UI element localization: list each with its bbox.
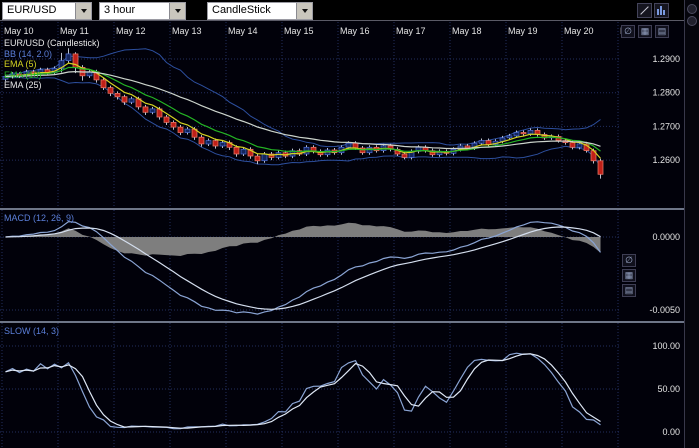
interval-value: 3 hour [100,3,169,19]
line-tool-button[interactable] [637,3,652,18]
svg-text:May 17: May 17 [396,26,426,36]
svg-text:May 15: May 15 [284,26,314,36]
svg-text:1.2800: 1.2800 [652,88,680,98]
macd-panel-controls: ∅ ▦ ▤ [622,254,636,297]
grid-dense-button[interactable]: ▦ [622,269,636,282]
candlestick-chart-icon [657,6,666,15]
stochastic-chart-canvas[interactable]: 100.00 50.00 0.00 [0,323,684,448]
legend-ema25: EMA (25) [4,80,100,91]
symbol-dropdown[interactable]: EUR/USD [2,2,92,20]
line-tool-icon [640,6,648,14]
svg-text:50.00: 50.00 [657,384,680,394]
price-chart-canvas[interactable]: 1.2900 1.2800 1.2700 1.2600 May 10 May 11 May … [0,22,684,208]
svg-text:100.00: 100.00 [652,341,680,351]
strip-round-button-1[interactable] [687,4,697,14]
toolbar: EUR/USD 3 hour CandleStick [0,0,699,21]
grid-light-button[interactable]: ▤ [655,25,669,38]
svg-text:0.0000: 0.0000 [652,232,680,242]
legend-bb: BB (14, 2.0) [4,49,100,60]
macd-chart-canvas[interactable]: 0.0000 -0.0050 [0,210,684,321]
svg-text:May 20: May 20 [564,26,594,36]
grid-light-button[interactable]: ▤ [622,284,636,297]
legend-instrument: EUR/USD (Candlestick) [4,38,100,49]
price-panel-controls: ∅ ▦ ▤ [621,25,669,38]
svg-text:May 13: May 13 [172,26,202,36]
dropdown-arrow-icon[interactable] [296,3,312,19]
svg-text:May 11: May 11 [60,26,89,36]
right-tool-strip [684,0,699,448]
svg-text:-0.0050: -0.0050 [649,305,680,315]
zoom-reset-button[interactable]: ∅ [621,25,635,38]
chart-type-dropdown[interactable]: CandleStick [207,2,313,20]
svg-text:May 12: May 12 [116,26,146,36]
symbol-value: EUR/USD [3,3,75,19]
grid-dense-button[interactable]: ▦ [638,25,652,38]
legend-ema10: EMA (10) [4,70,100,81]
dropdown-arrow-icon[interactable] [75,3,91,19]
strip-round-button-2[interactable] [687,16,697,26]
chart-style-button[interactable] [654,3,669,18]
chart-application: EUR/USD 3 hour CandleStick 1.29001.28001… [0,0,699,448]
svg-text:May 19: May 19 [508,26,538,36]
svg-text:1.2900: 1.2900 [652,54,680,64]
slow-label: SLOW (14, 3) [4,326,59,336]
svg-text:0.00: 0.00 [662,427,680,437]
svg-text:1.2700: 1.2700 [652,121,680,131]
zoom-reset-button[interactable]: ∅ [622,254,636,267]
svg-text:May 18: May 18 [452,26,482,36]
svg-text:1.2600: 1.2600 [652,155,680,165]
macd-label: MACD (12, 26, 9) [4,213,74,223]
legend-ema5: EMA (5) [4,59,100,70]
svg-text:May 14: May 14 [228,26,258,36]
interval-dropdown[interactable]: 3 hour [99,2,186,20]
chart-type-value: CandleStick [208,3,296,19]
svg-text:May 10: May 10 [4,26,34,36]
price-legend: EUR/USD (Candlestick) BB (14, 2.0) EMA (… [4,38,100,91]
dropdown-arrow-icon[interactable] [169,3,185,19]
svg-text:May 16: May 16 [340,26,370,36]
